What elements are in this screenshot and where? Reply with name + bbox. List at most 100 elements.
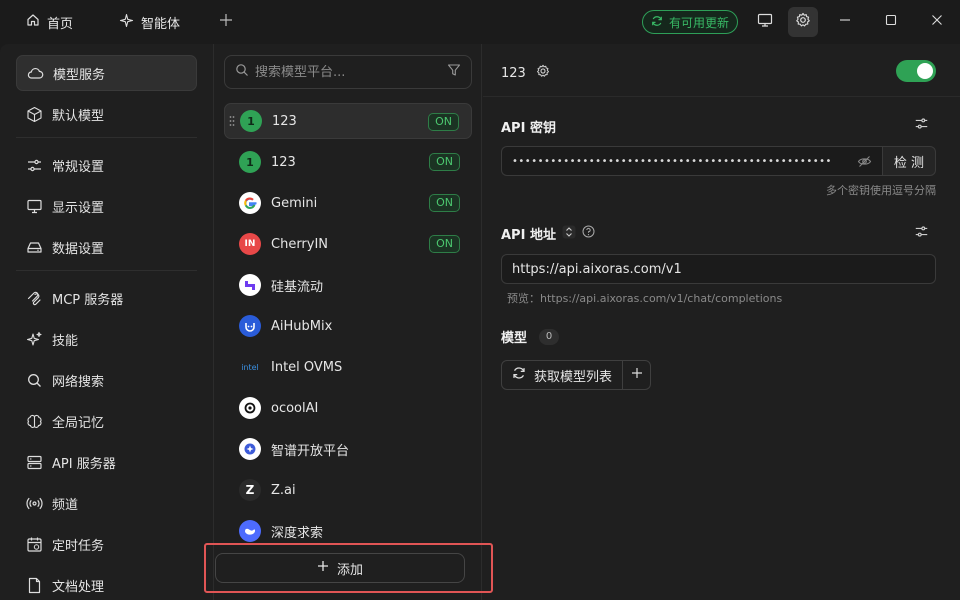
plus-icon [317, 560, 329, 576]
document-icon [25, 576, 43, 594]
minimize-button[interactable] [822, 0, 868, 44]
sidebar-item-label: MCP 服务器 [52, 292, 124, 308]
sidebar-item-label: 频道 [52, 497, 79, 513]
display-button[interactable] [750, 7, 780, 37]
filter-icon[interactable] [447, 63, 461, 81]
close-icon [931, 14, 943, 30]
sidebar-item-api-server[interactable]: API 服务器 [16, 444, 197, 480]
ocoolai-logo-icon [239, 397, 261, 419]
provider-item-gemini[interactable]: Gemini ON [224, 185, 472, 221]
settings-button[interactable] [788, 7, 818, 37]
provider-list-panel: 1 123 ON 1 123 ON Gemini ON IN CherryIN … [204, 44, 493, 600]
sidebar-item-skills[interactable]: 技能 [16, 321, 197, 357]
provider-item-siliconflow[interactable]: 硅基流动 [224, 267, 472, 303]
deepseek-logo-icon [239, 520, 261, 542]
drag-handle-icon[interactable] [229, 115, 235, 127]
sidebar-item-label: 技能 [52, 333, 79, 349]
sidebar-item-scheduled-tasks[interactable]: 定时任务 [16, 526, 197, 562]
api-key-hint: 多个密钥使用逗号分隔 [826, 184, 936, 197]
add-provider-button[interactable]: 添加 [215, 553, 465, 583]
titlebar-controls: 有可用更新 [641, 0, 960, 44]
header-divider [483, 96, 960, 97]
update-available-button[interactable]: 有可用更新 [641, 10, 738, 34]
provider-item-ocoolai[interactable]: ocoolAI [224, 390, 472, 426]
provider-name: CherryIN [271, 236, 329, 252]
server-icon [25, 453, 43, 471]
tab-agents[interactable]: 智能体 [107, 0, 192, 44]
sidebar-item-default-model[interactable]: 默认模型 [16, 96, 197, 132]
add-provider-highlight: 添加 [204, 543, 493, 593]
sidebar-divider [16, 270, 197, 271]
sidebar-item-mcp[interactable]: MCP 服务器 [16, 280, 197, 316]
new-tab-button[interactable] [212, 8, 240, 36]
intel-logo-icon: intel [241, 362, 259, 372]
sidebar-item-data[interactable]: 数据设置 [16, 229, 197, 265]
api-url-preview: 预览：https://api.aixoras.com/v1/chat/compl… [507, 292, 783, 305]
sidebar-item-label: 定时任务 [52, 538, 105, 554]
fetch-models-button[interactable]: 获取模型列表 [501, 360, 624, 390]
sidebar-item-label: API 服务器 [52, 456, 116, 472]
provider-enable-toggle[interactable] [896, 60, 936, 82]
refresh-icon [651, 15, 663, 30]
cherryin-logo-icon: IN [239, 233, 261, 255]
api-url-title: API 地址 [501, 224, 595, 243]
provider-name: AiHubMix [271, 318, 333, 334]
tab-home[interactable]: 首页 [14, 0, 85, 44]
provider-search-input[interactable] [255, 64, 441, 80]
search-icon [235, 63, 249, 81]
provider-item-cherryin[interactable]: IN CherryIN ON [224, 226, 472, 262]
sliders-icon [914, 224, 929, 243]
provider-search [224, 55, 472, 89]
sidebar-item-general[interactable]: 常规设置 [16, 147, 197, 183]
sidebar-item-model-service[interactable]: 模型服务 [16, 55, 197, 91]
api-key-settings-button[interactable] [912, 116, 930, 134]
sidebar-item-label: 全局记忆 [52, 415, 105, 431]
maximize-button[interactable] [868, 0, 914, 44]
sidebar-item-display[interactable]: 显示设置 [16, 188, 197, 224]
sidebar-item-label: 模型服务 [53, 67, 106, 83]
sidebar-item-web-search[interactable]: 网络搜索 [16, 362, 197, 398]
provider-item-intel-ovms[interactable]: intel Intel OVMS [224, 349, 472, 385]
monitor-icon [757, 12, 773, 32]
provider-item-zhipu[interactable]: 智谱开放平台 [224, 431, 472, 467]
eye-off-icon[interactable] [857, 154, 872, 172]
sidebar-item-label: 常规设置 [52, 159, 105, 175]
provider-item-123[interactable]: 1 123 ON [224, 144, 472, 180]
gear-icon[interactable] [536, 64, 550, 82]
sidebar-item-documents[interactable]: 文档处理 [16, 567, 197, 600]
monitor-icon [25, 197, 43, 215]
provider-title: 123 [501, 65, 526, 81]
provider-logo-icon: 1 [240, 110, 262, 132]
provider-name: Intel OVMS [271, 359, 343, 375]
api-key-input[interactable]: ••••••••••••••••••••••••••••••••••••••••… [501, 146, 882, 176]
close-button[interactable] [914, 0, 960, 44]
cube-icon [25, 105, 43, 123]
plus-icon [631, 367, 643, 383]
tab-agents-label: 智能体 [141, 16, 181, 32]
provider-item-zai[interactable]: Z Z.ai [224, 472, 472, 508]
provider-name: Gemini [271, 195, 318, 211]
check-api-key-button[interactable]: 检 测 [882, 146, 936, 176]
provider-item-123-active[interactable]: 1 123 ON [224, 103, 472, 139]
help-icon[interactable] [582, 225, 595, 242]
sidebar-item-channel[interactable]: 频道 [16, 485, 197, 521]
api-url-settings-button[interactable] [912, 224, 930, 242]
refresh-icon [512, 366, 526, 384]
add-model-button[interactable] [623, 360, 652, 390]
provider-detail-panel: 123 API 密钥 •••••••••••••••••••••••••••••… [483, 44, 960, 600]
fetch-models-label: 获取模型列表 [534, 369, 613, 385]
provider-item-aihubmix[interactable]: AiHubMix [224, 308, 472, 344]
sliders-icon [25, 156, 43, 174]
sidebar-item-memory[interactable]: 全局记忆 [16, 403, 197, 439]
zhipu-logo-icon [239, 438, 261, 460]
settings-sidebar: 模型服务 默认模型 常规设置 显示设置 数据设置 MCP 服务器 技能 网络搜索… [0, 44, 214, 600]
provider-name: 深度求索 [271, 525, 324, 541]
api-key-title: API 密钥 [501, 117, 556, 136]
chevron-up-down-icon[interactable] [562, 225, 576, 243]
api-url-input[interactable]: https://api.aixoras.com/v1 [501, 254, 936, 284]
provider-logo-icon: 1 [239, 151, 261, 173]
sparkle-icon [119, 13, 134, 32]
status-badge: ON [429, 194, 460, 212]
cloud-icon [26, 64, 44, 82]
status-badge: ON [429, 153, 460, 171]
